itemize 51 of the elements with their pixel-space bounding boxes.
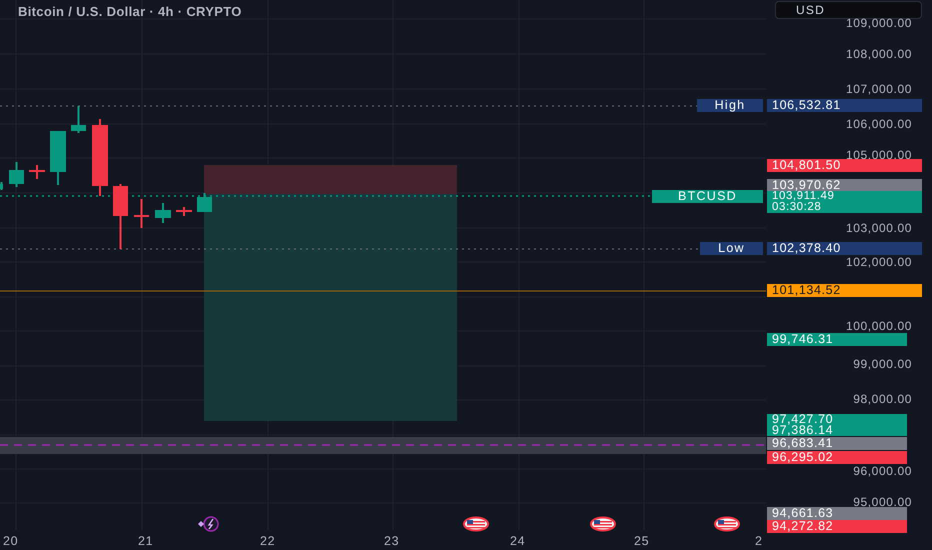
price-label: 94,661.63 [767,507,907,520]
time-axis-label: 20 [3,534,18,548]
price-axis-label: 108,000.00 [846,48,912,61]
price-label: 104,801.50 [767,159,922,172]
price-axis-label: 102,000.00 [846,256,912,269]
price-axis-label: 109,000.00 [846,17,912,30]
price-label: 94,272.82 [767,520,907,533]
candle [155,203,171,223]
price-line-tag: Low [700,242,763,255]
price-line-tag: High [697,99,763,112]
price-axis-label: 107,000.00 [846,83,912,96]
time-axis-label: 21 [138,534,154,548]
flag-event-icon[interactable] [463,516,489,532]
price-label: 96,683.41 [767,437,907,450]
price-label: 102,378.40 [767,242,922,255]
price-label: 99,746.31 [767,333,907,346]
flag-event-icon[interactable] [714,516,740,532]
countdown-timer: 03:30:28 [772,202,822,213]
candle [50,131,66,185]
chart-title: Bitcoin / U.S. Dollar · 4h · CRYPTO [18,3,242,21]
price-axis-label: 106,000.00 [846,118,912,131]
flag-event-icon[interactable] [590,516,616,532]
candle [9,162,24,187]
price-label: 96,295.02 [767,451,907,464]
price-axis-label: 95,000.00 [853,496,912,509]
candle [29,165,45,179]
price-label: 103,970.62 [767,179,922,192]
price-axis-label: 103,000.00 [846,222,912,235]
time-axis-label: 24 [510,534,526,548]
price-axis-label: 100,000.00 [846,320,912,333]
price-axis-label: 105,000.00 [846,149,912,162]
price-label: 97,427.70 [767,414,907,425]
candle [176,207,192,216]
price-axis-label: 96,000.00 [853,465,912,478]
price-line-tag: BTCUSD [652,190,763,203]
price-axis-label: 98,000.00 [853,393,912,406]
lightning-event-icon[interactable] [198,516,219,532]
time-axis-label: 22 [260,534,276,548]
candle [71,106,86,133]
candle [134,199,149,228]
time-axis-label: 23 [384,534,400,548]
time-axis-label: 25 [634,534,650,548]
price-label: 97,386.14 [767,425,907,436]
currency-selector[interactable]: USD [775,1,922,19]
price-value: 103,911.49 [772,191,834,202]
price-label: 106,532.81 [767,99,922,112]
candle [113,184,128,249]
time-axis-label: 2 [755,534,763,548]
price-label: 101,134.52 [767,284,922,297]
candle [0,182,3,190]
price-axis-label: 99,000.00 [853,358,912,371]
